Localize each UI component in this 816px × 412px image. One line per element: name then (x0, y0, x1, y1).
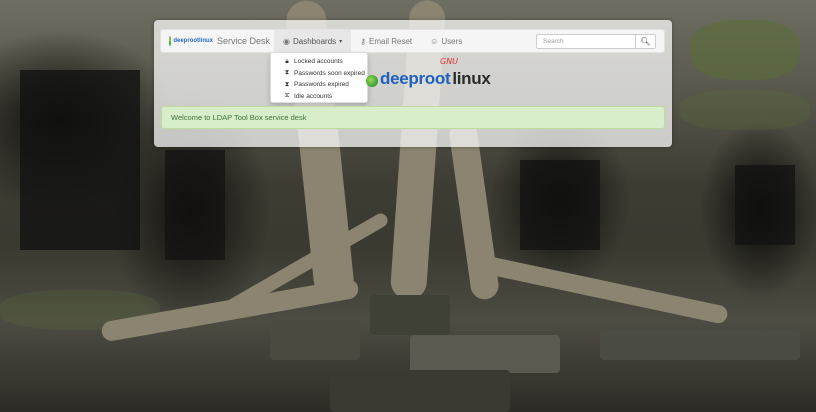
nav-email-reset[interactable]: ⚷ Email Reset (351, 30, 421, 52)
hourglass-half-icon: ⧗ (284, 69, 290, 77)
deeproot-linux-logo: deeproot linux (366, 64, 491, 94)
nav-dashboards[interactable]: ◉ Dashboards ▾ (274, 30, 352, 52)
brand[interactable]: deeprootlinux Service Desk (169, 30, 270, 52)
dashboards-dropdown-menu: 🔒︎ Locked accounts ⧗ Passwords soon expi… (270, 52, 368, 103)
search-form: 🔍︎ (536, 33, 656, 49)
logo-swirl-icon (169, 36, 172, 46)
brand-title: Service Desk (217, 36, 271, 46)
nav-users[interactable]: ☺ Users (421, 30, 471, 52)
nav-dashboards-label: Dashboards (293, 36, 337, 46)
lock-icon: 🔒︎ (285, 57, 289, 65)
search-button[interactable]: 🔍︎ (636, 33, 656, 49)
welcome-message: Welcome to LDAP Tool Box service desk (171, 113, 307, 122)
brand-logo: deeprootlinux (169, 35, 213, 47)
menu-item-passwords-soon-expired[interactable]: ⧗ Passwords soon expired (271, 68, 367, 80)
menu-item-locked-accounts[interactable]: 🔒︎ Locked accounts (271, 56, 367, 68)
nav-email-reset-label: Email Reset (369, 36, 413, 46)
key-icon: ⚷ (360, 36, 367, 46)
menu-item-label: Passwords soon expired (294, 69, 365, 77)
dashboard-icon: ◉ (283, 36, 290, 46)
hourglass-empty-icon: ⧖ (284, 92, 290, 100)
brand-logo-text: deeprootlinux (173, 38, 213, 44)
logo-mark-icon (366, 69, 378, 89)
logo-word-deeproot: deeproot (380, 69, 451, 88)
navbar: deeprootlinux Service Desk ◉ Dashboards … (160, 29, 665, 53)
logo-word-linux: linux (452, 69, 491, 88)
logo-gnu-tag: GNU (440, 57, 459, 66)
search-icon: 🔍︎ (640, 36, 651, 46)
user-icon: ☺ (430, 36, 439, 46)
search-input[interactable] (536, 33, 636, 49)
nav-users-label: Users (441, 36, 463, 46)
menu-item-label: Locked accounts (294, 58, 343, 66)
menu-item-label: Idle accounts (294, 92, 333, 100)
menu-item-idle-accounts[interactable]: ⧖ Idle accounts (271, 91, 367, 103)
menu-item-label: Passwords expired (294, 81, 349, 89)
menu-item-passwords-expired[interactable]: ⧗ Passwords expired (271, 79, 367, 91)
welcome-alert: Welcome to LDAP Tool Box service desk (161, 106, 665, 129)
hourglass-end-icon: ⧗ (284, 80, 290, 88)
caret-down-icon: ▾ (339, 38, 343, 45)
